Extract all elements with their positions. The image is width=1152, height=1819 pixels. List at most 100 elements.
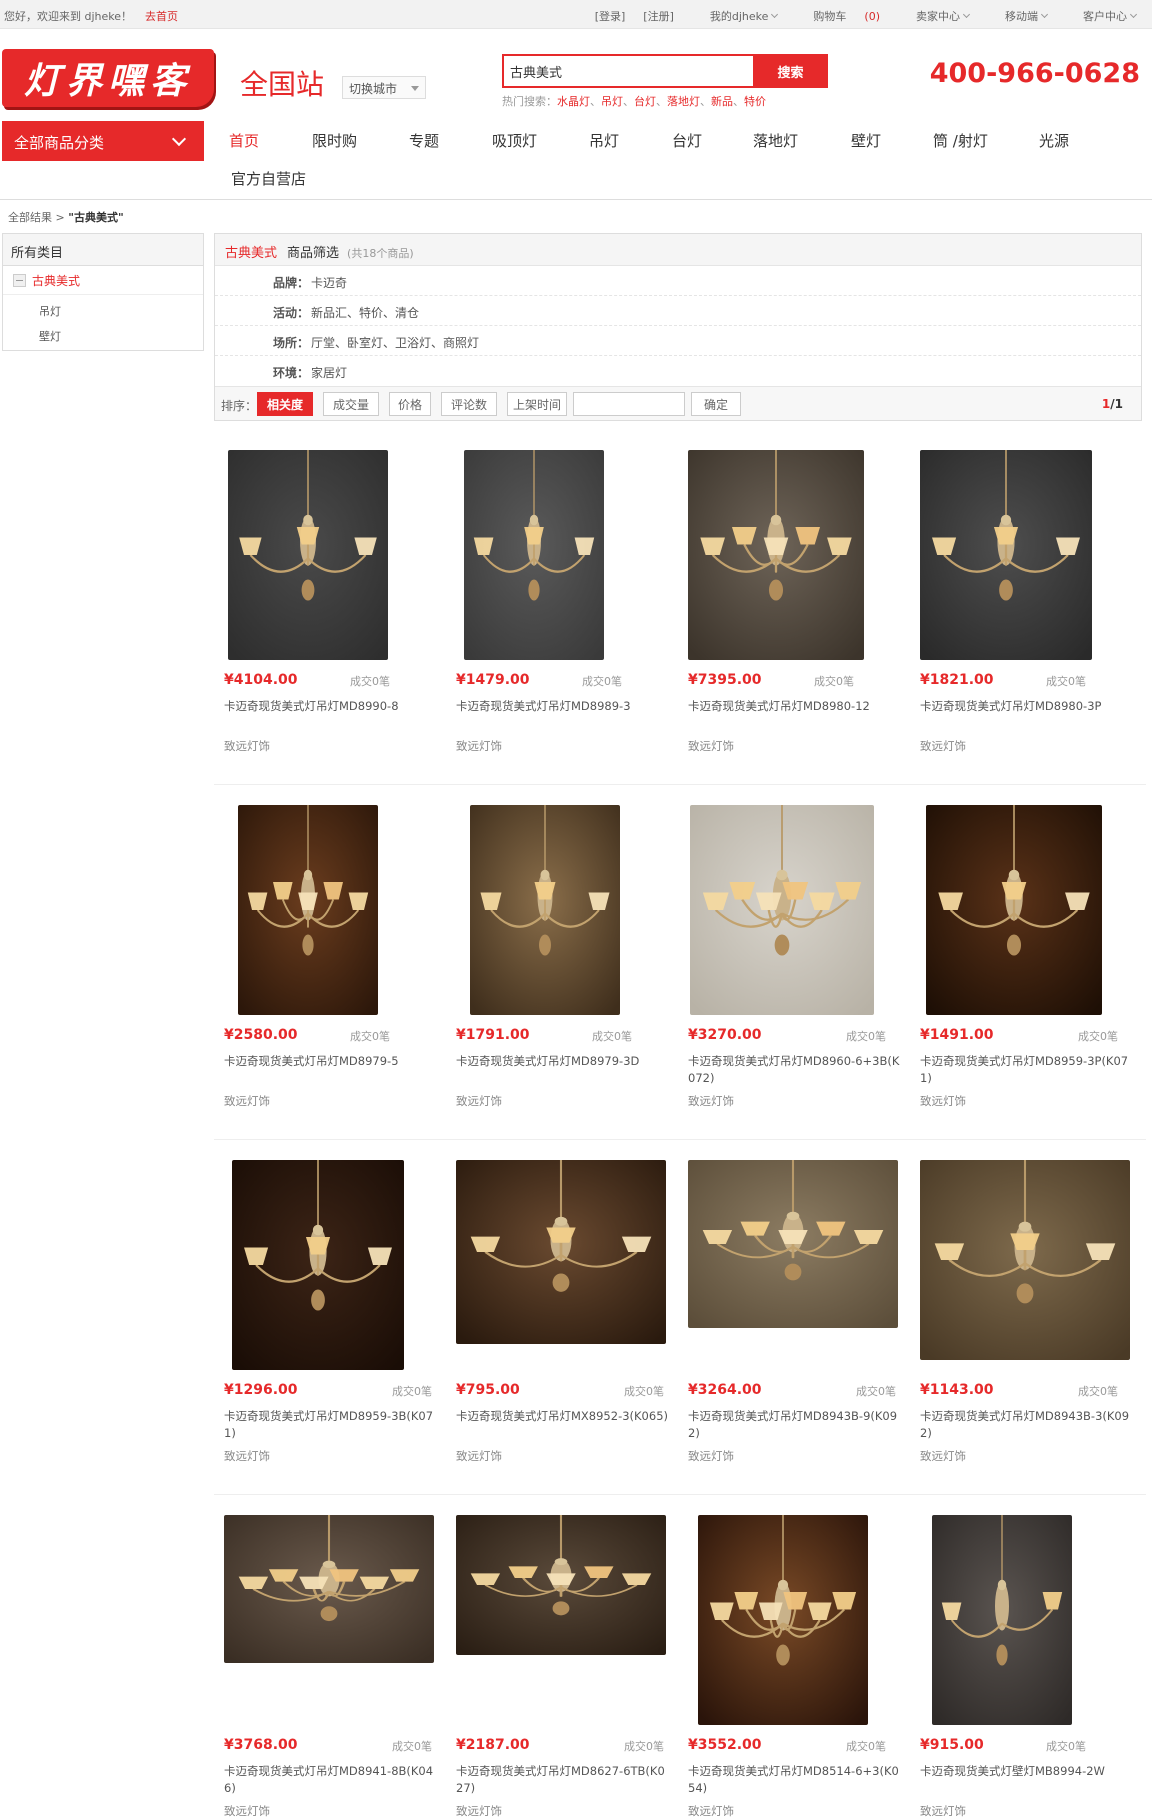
- product-image[interactable]: [224, 1515, 434, 1663]
- product-shop[interactable]: 致远灯饰: [224, 1448, 270, 1464]
- login-link[interactable]: [登录]: [595, 8, 626, 24]
- cart-link[interactable]: 购物车 (0): [795, 8, 880, 24]
- sort-reviews-button[interactable]: 评论数: [441, 392, 497, 416]
- product-shop[interactable]: 致远灯饰: [224, 1803, 270, 1819]
- nav-item-ceiling-lamps[interactable]: 吸顶灯: [492, 130, 537, 151]
- product-shop[interactable]: 致远灯饰: [920, 1093, 966, 1109]
- product-card[interactable]: ¥1296.00 成交0笔 卡迈奇现货美式灯吊灯MD8959-3B(K071) …: [214, 1140, 446, 1495]
- sort-sales-button[interactable]: 成交量: [323, 392, 379, 416]
- nav-item-pendant-lamps[interactable]: 吊灯: [589, 130, 619, 151]
- hot-keyword[interactable]: 吊灯: [601, 95, 623, 108]
- product-card[interactable]: ¥1143.00 成交0笔 卡迈奇现货美式灯吊灯MD8943B-3(K092) …: [910, 1140, 1142, 1495]
- nav-item-table-lamps[interactable]: 台灯: [672, 130, 702, 151]
- product-card[interactable]: ¥795.00 成交0笔 卡迈奇现货美式灯吊灯MX8952-3(K065) 致远…: [446, 1140, 678, 1495]
- product-card[interactable]: ¥3768.00 成交0笔 卡迈奇现货美式灯吊灯MD8941-8B(K046) …: [214, 1495, 446, 1819]
- product-shop[interactable]: 致远灯饰: [920, 738, 966, 754]
- product-image[interactable]: [688, 450, 864, 660]
- nav-item-wall-lamps[interactable]: 壁灯: [851, 130, 881, 151]
- product-image[interactable]: [456, 1515, 666, 1655]
- hot-keyword[interactable]: 台灯: [634, 95, 656, 108]
- product-card[interactable]: ¥1821.00 成交0笔 卡迈奇现货美式灯吊灯MD8980-3P 致远灯饰: [910, 430, 1142, 785]
- product-title[interactable]: 卡迈奇现货美式灯吊灯MD8941-8B(K046): [224, 1763, 436, 1797]
- sort-relevance-button[interactable]: 相关度: [257, 392, 313, 416]
- product-shop[interactable]: 致远灯饰: [456, 738, 502, 754]
- nav-item-topics[interactable]: 专题: [409, 130, 439, 151]
- nav-item-floor-lamps[interactable]: 落地灯: [753, 130, 798, 151]
- product-image[interactable]: [456, 1160, 666, 1344]
- product-title[interactable]: 卡迈奇现货美式灯吊灯MD8989-3: [456, 698, 668, 715]
- hot-keyword[interactable]: 新品: [711, 95, 733, 108]
- product-shop[interactable]: 致远灯饰: [224, 1093, 270, 1109]
- hot-keyword[interactable]: 特价: [744, 95, 766, 108]
- product-shop[interactable]: 致远灯饰: [688, 1803, 734, 1819]
- product-card[interactable]: ¥4104.00 成交0笔 卡迈奇现货美式灯吊灯MD8990-8 致远灯饰: [214, 430, 446, 785]
- sidebar-subitem-wall[interactable]: 壁灯: [3, 324, 203, 349]
- product-image[interactable]: [238, 805, 378, 1015]
- product-title[interactable]: 卡迈奇现货美式灯吊灯MD8943B-3(K092): [920, 1408, 1132, 1442]
- product-title[interactable]: 卡迈奇现货美式灯吊灯MD8943B-9(K092): [688, 1408, 900, 1442]
- sidebar-item-current[interactable]: 古典美式: [3, 266, 203, 295]
- filter-value[interactable]: 新品汇、特价、清仓: [311, 304, 419, 321]
- product-shop[interactable]: 致远灯饰: [688, 1093, 734, 1109]
- nav-item-spotlights[interactable]: 筒 /射灯: [933, 130, 988, 151]
- product-title[interactable]: 卡迈奇现货美式灯吊灯MD8959-3B(K071): [224, 1408, 436, 1442]
- product-title[interactable]: 卡迈奇现货美式灯吊灯MX8952-3(K065): [456, 1408, 668, 1425]
- sidebar-subitem-pendant[interactable]: 吊灯: [3, 299, 203, 324]
- search-input[interactable]: [502, 54, 754, 88]
- product-image[interactable]: [926, 805, 1102, 1015]
- product-shop[interactable]: 致远灯饰: [920, 1448, 966, 1464]
- product-shop[interactable]: 致远灯饰: [688, 738, 734, 754]
- product-shop[interactable]: 致远灯饰: [456, 1448, 502, 1464]
- breadcrumb-root[interactable]: 全部结果: [8, 211, 52, 224]
- nav-item-flash-sale[interactable]: 限时购: [312, 130, 357, 151]
- service-menu[interactable]: 客户中心: [1065, 8, 1138, 24]
- product-card[interactable]: ¥1491.00 成交0笔 卡迈奇现货美式灯吊灯MD8959-3P(K071) …: [910, 785, 1142, 1140]
- product-image[interactable]: [464, 450, 604, 660]
- product-image[interactable]: [920, 450, 1092, 660]
- mobile-menu[interactable]: 移动端: [987, 8, 1049, 24]
- collapse-icon[interactable]: [13, 274, 26, 287]
- product-shop[interactable]: 致远灯饰: [688, 1448, 734, 1464]
- product-title[interactable]: 卡迈奇现货美式灯吊灯MD8627-6TB(K027): [456, 1763, 668, 1797]
- product-image[interactable]: [690, 805, 874, 1015]
- filter-value[interactable]: 卡迈奇: [311, 274, 347, 291]
- product-shop[interactable]: 致远灯饰: [224, 738, 270, 754]
- confirm-button[interactable]: 确定: [691, 392, 741, 416]
- product-title[interactable]: 卡迈奇现货美式灯壁灯MB8994-2W: [920, 1763, 1132, 1780]
- product-image[interactable]: [688, 1160, 898, 1328]
- sort-price-button[interactable]: 价格: [389, 392, 431, 416]
- all-categories-button[interactable]: 全部商品分类: [2, 121, 204, 161]
- product-image[interactable]: [228, 450, 388, 660]
- filter-text-input[interactable]: [573, 392, 685, 416]
- hot-keyword[interactable]: 落地灯: [667, 95, 700, 108]
- product-shop[interactable]: 致远灯饰: [920, 1803, 966, 1819]
- product-card[interactable]: ¥2187.00 成交0笔 卡迈奇现货美式灯吊灯MD8627-6TB(K027)…: [446, 1495, 678, 1819]
- product-card[interactable]: ¥3270.00 成交0笔 卡迈奇现货美式灯吊灯MD8960-6+3B(K072…: [678, 785, 910, 1140]
- product-title[interactable]: 卡迈奇现货美式灯吊灯MD8979-5: [224, 1053, 436, 1070]
- nav-item-light-sources[interactable]: 光源: [1039, 130, 1069, 151]
- register-link[interactable]: [注册]: [643, 8, 674, 24]
- product-card[interactable]: ¥3552.00 成交0笔 卡迈奇现货美式灯吊灯MD8514-6+3(K054)…: [678, 1495, 910, 1819]
- product-title[interactable]: 卡迈奇现货美式灯吊灯MD8990-8: [224, 698, 436, 715]
- product-title[interactable]: 卡迈奇现货美式灯吊灯MD8980-3P: [920, 698, 1132, 715]
- switch-city-dropdown[interactable]: 切换城市: [342, 76, 426, 99]
- product-shop[interactable]: 致远灯饰: [456, 1093, 502, 1109]
- nav-item-home[interactable]: 首页: [229, 130, 259, 151]
- hot-keyword[interactable]: 水晶灯: [557, 95, 590, 108]
- seller-center-menu[interactable]: 卖家中心: [898, 8, 971, 24]
- product-card[interactable]: ¥1479.00 成交0笔 卡迈奇现货美式灯吊灯MD8989-3 致远灯饰: [446, 430, 678, 785]
- product-card[interactable]: ¥7395.00 成交0笔 卡迈奇现货美式灯吊灯MD8980-12 致远灯饰: [678, 430, 910, 785]
- product-image[interactable]: [232, 1160, 404, 1370]
- product-title[interactable]: 卡迈奇现货美式灯吊灯MD8979-3D: [456, 1053, 668, 1070]
- product-image[interactable]: [920, 1160, 1130, 1360]
- filter-value[interactable]: 厅堂、卧室灯、卫浴灯、商照灯: [311, 334, 479, 351]
- product-title[interactable]: 卡迈奇现货美式灯吊灯MD8960-6+3B(K072): [688, 1053, 900, 1087]
- product-card[interactable]: ¥915.00 成交0笔 卡迈奇现货美式灯壁灯MB8994-2W 致远灯饰: [910, 1495, 1142, 1819]
- search-button[interactable]: 搜索: [753, 54, 828, 88]
- nav-item-official-store[interactable]: 官方自营店: [231, 168, 306, 189]
- product-image[interactable]: [932, 1515, 1072, 1725]
- sort-newest-button[interactable]: 上架时间: [507, 392, 567, 416]
- site-logo[interactable]: 灯界嘿客: [2, 49, 214, 107]
- product-shop[interactable]: 致远灯饰: [456, 1803, 502, 1819]
- filter-value[interactable]: 家居灯: [311, 364, 347, 381]
